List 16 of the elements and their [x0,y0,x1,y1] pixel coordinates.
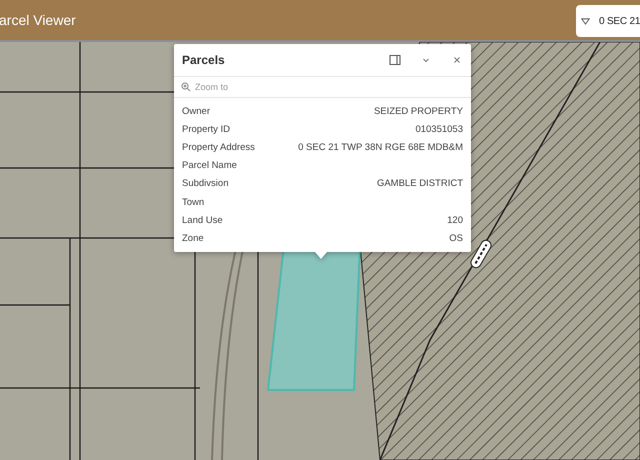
field-label: Property Address [182,142,255,153]
field-label: Town [182,196,204,208]
field-value: SEIZED PROPERTY [374,106,463,117]
field-label: Subdivsion [182,178,228,190]
field-value: OS [449,232,463,244]
field-value: 0 SEC 21 TWP 38N RGE 68E MDB&M [298,142,463,153]
field-label: Land Use [182,214,223,226]
field-label: Parcel Name [182,160,237,172]
field-label: Owner [182,106,210,117]
popup-title: Parcels [182,53,226,67]
search-field[interactable]: 0 SEC 21 [576,5,640,37]
field-value: 120 [447,214,463,226]
field-label: Zone [182,232,204,244]
field-label: Property ID [182,124,230,135]
field-value: 010351053 [415,124,463,135]
field-value: GAMBLE DISTRICT [376,178,463,190]
